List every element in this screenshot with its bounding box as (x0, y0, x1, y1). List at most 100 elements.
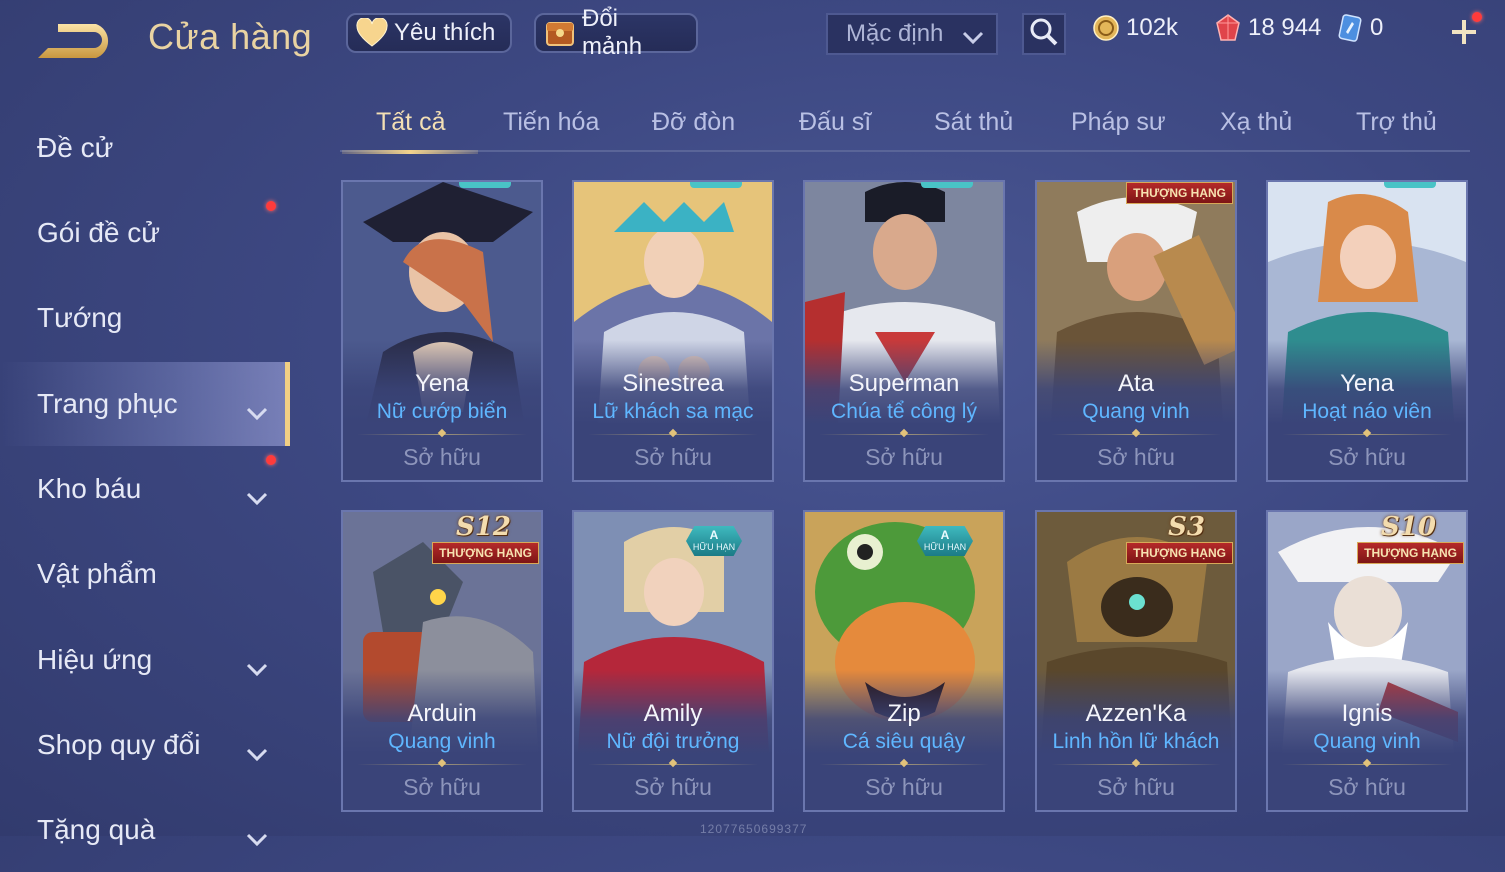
skin-card[interactable]: Yena Hoạt náo viên Sở hữu (1266, 180, 1468, 482)
skin-card[interactable]: A HỮU HẠN Zip Cá siêu quậy Sở hữu (803, 510, 1005, 812)
sidebar-item-effects[interactable]: Hiệu ứng (0, 618, 290, 702)
sort-selected-value: Mặc định (846, 20, 944, 47)
sidebar-item-exchange-shop[interactable]: Shop quy đổi (0, 703, 290, 787)
favorites-label: Yêu thích (394, 19, 496, 46)
skin-name: Quang vinh (1313, 730, 1421, 753)
limited-text: HỮU HẠN (923, 541, 967, 552)
chevron-down-icon (246, 822, 268, 854)
hero-name: Ignis (1341, 700, 1393, 727)
skin-name: Quang vinh (1082, 400, 1190, 423)
hero-name: Yena (1340, 370, 1394, 397)
tab-all[interactable]: Tất cả (376, 108, 445, 137)
skin-name: Quang vinh (388, 730, 496, 753)
sidebar-item-heroes[interactable]: Tướng (0, 276, 290, 360)
active-tab-underline (342, 150, 478, 154)
tab-assassin[interactable]: Sát thủ (934, 108, 1013, 137)
tab-fighter[interactable]: Đấu sĩ (799, 108, 871, 137)
notification-dot (266, 455, 276, 465)
skin-card[interactable]: Yena Nữ cướp biển Sở hữu (341, 180, 543, 482)
limited-tag (1384, 182, 1436, 188)
rank-ribbon: THƯỢNG HẠNG (432, 542, 539, 564)
heart-icon (356, 17, 388, 49)
sidebar-item-recommended[interactable]: Đề cử (0, 106, 290, 190)
sidebar-item-label: Vật phẩm (37, 558, 157, 589)
sidebar-item-label: Tặng quà (37, 814, 156, 845)
sidebar-item-items[interactable]: Vật phẩm (0, 532, 290, 616)
tab-evolution[interactable]: Tiến hóa (503, 108, 599, 137)
owned-status: Sở hữu (634, 774, 712, 800)
top-bar: Cửa hàng Yêu thích Đổi mảnh Mặc định 102… (0, 0, 1505, 80)
owned-status: Sở hữu (403, 774, 481, 800)
sidebar-item-label: Kho báu (37, 473, 142, 504)
rank-ribbon: THƯỢNG HẠNG (1357, 542, 1464, 564)
tabs-divider (340, 150, 1470, 152)
search-button[interactable] (1022, 13, 1066, 55)
sort-dropdown[interactable]: Mặc định (826, 13, 998, 55)
sidebar-item-label: Tướng (37, 302, 123, 333)
skin-card[interactable]: S12 THƯỢNG HẠNG Arduin Quang vinh Sở hữu (341, 510, 543, 812)
hero-name: Azzen'Ka (1085, 700, 1187, 727)
owned-status: Sở hữu (1328, 774, 1406, 800)
sidebar: Đề cử Gói đề cử Tướng Trang phục Kho báu… (0, 100, 290, 847)
skin-card[interactable]: Superman Chúa tể công lý Sở hữu (803, 180, 1005, 482)
favorites-button[interactable]: Yêu thích (346, 13, 512, 53)
tab-marksman[interactable]: Xạ thủ (1220, 108, 1292, 137)
sidebar-item-gifts[interactable]: Tặng quà (0, 788, 290, 872)
rank-ribbon: THƯỢNG HẠNG (1126, 542, 1233, 564)
gold-balance: 102k (1092, 14, 1178, 42)
owned-status: Sở hữu (1097, 774, 1175, 800)
skin-name: Chúa tể công lý (831, 400, 977, 423)
owned-status: Sở hữu (865, 774, 943, 800)
hero-name: Ata (1117, 370, 1155, 397)
sidebar-item-treasure[interactable]: Kho báu (0, 447, 290, 531)
season-badge: S12 (456, 512, 511, 542)
skin-name: Nữ đội trưởng (606, 730, 740, 753)
skin-card[interactable]: THƯỢNG HẠNG Ata Quang vinh Sở hữu (1035, 180, 1237, 482)
limited-text: HỮU HẠN (692, 541, 736, 552)
ruby-balance: 18 944 (1214, 14, 1321, 42)
season-badge: S10 (1381, 512, 1436, 542)
hero-name: Superman (848, 370, 960, 397)
notification-dot (266, 201, 276, 211)
shard-exchange-button[interactable]: Đổi mảnh (534, 5, 698, 60)
skin-card[interactable]: S10 THƯỢNG HẠNG Ignis Quang vinh Sở hữu (1266, 510, 1468, 812)
owned-status: Sở hữu (865, 444, 943, 470)
skin-card[interactable]: A HỮU HẠN Amily Nữ đội trưởng Sở hữu (572, 510, 774, 812)
owned-status: Sở hữu (634, 444, 712, 470)
sidebar-item-label: Hiệu ứng (37, 644, 153, 675)
voucher-balance: 0 (1336, 14, 1383, 42)
skin-card[interactable]: S3 THƯỢNG HẠNG Azzen'Ka Linh hồn lữ khác… (1035, 510, 1237, 812)
voucher-ticket-icon (1336, 14, 1364, 42)
ruby-gem-icon (1214, 14, 1242, 42)
tab-tank[interactable]: Đỡ đòn (652, 108, 735, 137)
search-icon (1029, 17, 1059, 52)
hero-name: Amily (643, 700, 703, 727)
ruby-amount: 18 944 (1248, 14, 1322, 41)
limited-grade: A (709, 528, 719, 543)
chevron-down-icon (962, 25, 984, 53)
shard-chest-icon (544, 17, 576, 49)
chevron-down-icon (246, 396, 268, 428)
back-arrow-icon[interactable] (34, 18, 118, 62)
chevron-down-icon (246, 652, 268, 684)
owned-status: Sở hữu (1328, 444, 1406, 470)
sidebar-item-recommended-packs[interactable]: Gói đề cử (0, 191, 290, 275)
hero-name: Yena (415, 370, 469, 397)
rank-ribbon: THƯỢNG HẠNG (1126, 182, 1233, 204)
shard-exchange-label: Đổi mảnh (582, 5, 643, 60)
sidebar-item-skins[interactable]: Trang phục (0, 362, 290, 446)
skin-name: Cá siêu quậy (842, 730, 966, 753)
limited-grade: A (940, 528, 950, 543)
limited-badge: A HỮU HẠN (686, 526, 742, 556)
watermark-id: 12077650699377 (700, 822, 808, 836)
tab-support[interactable]: Trợ thủ (1356, 108, 1437, 137)
skin-card[interactable]: Sinestrea Lữ khách sa mạc Sở hữu (572, 180, 774, 482)
chevron-down-icon (246, 481, 268, 513)
skin-name: Hoạt náo viên (1302, 400, 1432, 423)
voucher-amount: 0 (1370, 14, 1384, 41)
limited-tag (459, 182, 511, 188)
hero-name: Zip (887, 700, 921, 727)
chevron-down-icon (246, 737, 268, 769)
tab-mage[interactable]: Pháp sư (1071, 108, 1166, 137)
season-badge: S3 (1168, 512, 1205, 542)
